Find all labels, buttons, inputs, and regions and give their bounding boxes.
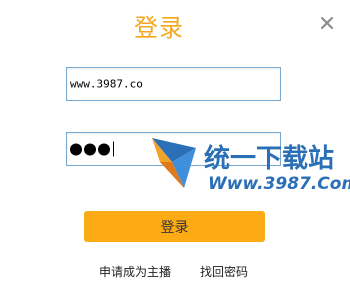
account-field[interactable]: www.3987.co bbox=[66, 67, 281, 101]
close-icon bbox=[321, 17, 333, 29]
login-button[interactable]: 登录 bbox=[84, 211, 265, 242]
close-button[interactable] bbox=[316, 12, 338, 34]
dialog-title: 登录 bbox=[134, 14, 184, 42]
login-dialog: 登录 www.3987.co 统一下载站 Www.3987.Com 登录 申请成… bbox=[0, 0, 350, 286]
password-field[interactable] bbox=[66, 132, 281, 166]
password-input[interactable] bbox=[67, 133, 280, 165]
watermark-url: Www.3987.Com bbox=[208, 174, 350, 194]
account-input[interactable] bbox=[67, 68, 280, 100]
recover-password-link[interactable]: 找回密码 bbox=[200, 263, 248, 280]
apply-anchor-link[interactable]: 申请成为主播 bbox=[99, 263, 171, 280]
